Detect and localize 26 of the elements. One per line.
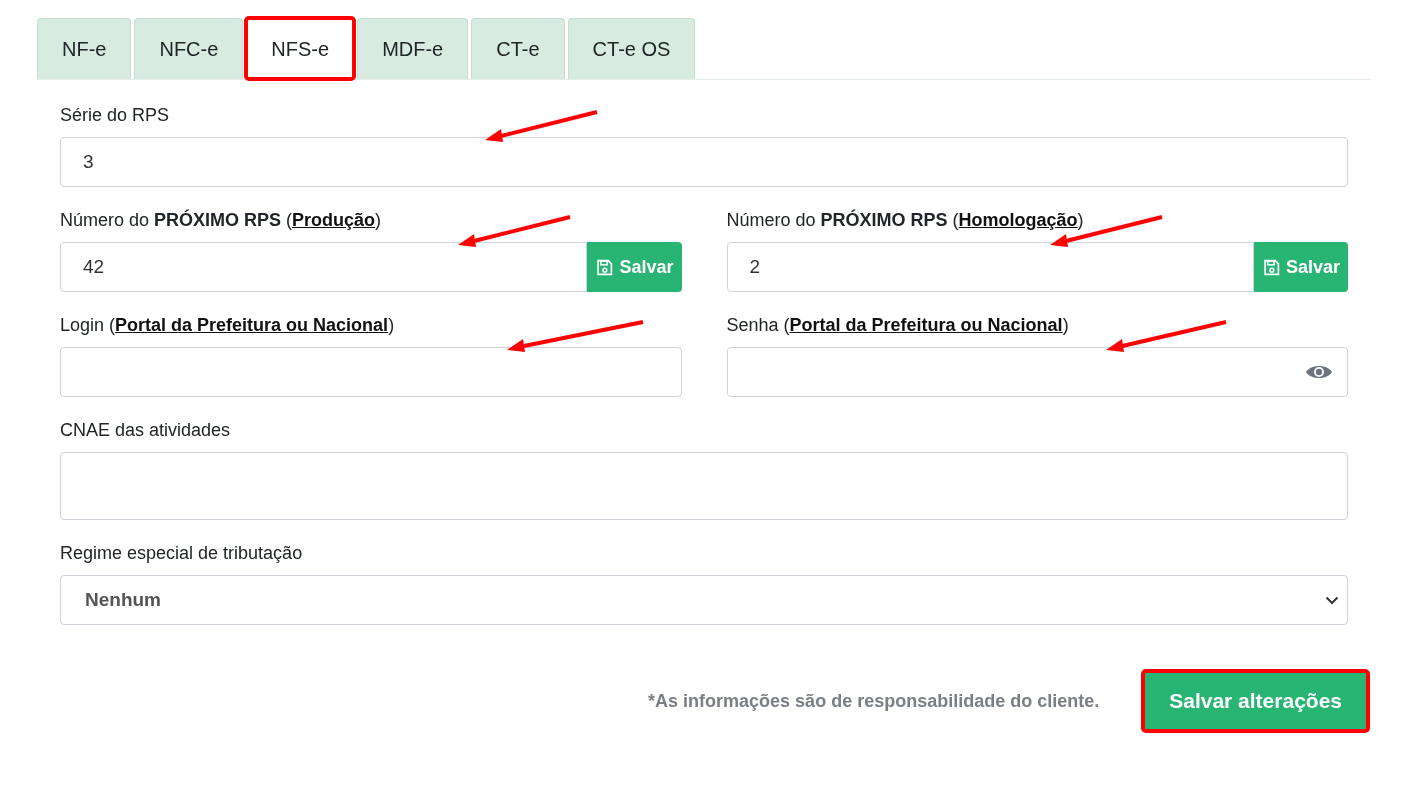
link[interactable]: Produção: [292, 210, 376, 230]
link[interactable]: Portal da Prefeitura ou Nacional: [789, 315, 1063, 335]
input-field[interactable]: [60, 347, 682, 397]
field-label: CNAE das atividades: [60, 419, 231, 441]
text-area[interactable]: [60, 452, 1348, 520]
tab[interactable]: NF-e: [37, 18, 132, 79]
link[interactable]: Homologação: [958, 210, 1078, 230]
tab[interactable]: MDF-e: [357, 18, 469, 79]
input-field[interactable]: 3: [60, 137, 1348, 187]
field-label: Série do RPS: [60, 104, 170, 126]
field-label: Senha (Portal da Prefeitura ou Nacional): [726, 314, 1069, 336]
eye-icon[interactable]: [1305, 363, 1333, 381]
tab[interactable]: CT-e: [471, 18, 565, 79]
disclaimer-text: *As informações são de responsabilidade do cliente.: [648, 690, 1100, 712]
link[interactable]: Portal da Prefeitura ou Nacional: [115, 315, 389, 335]
select-dropdown[interactable]: Nenhum: [60, 575, 1348, 625]
input-field[interactable]: 42: [60, 242, 588, 292]
input-field[interactable]: 2: [726, 242, 1254, 292]
tab[interactable]: NFC-e: [134, 18, 244, 79]
field-label: Número do PRÓXIMO RPS (Produção): [60, 209, 382, 231]
tab[interactable]: CT-e OS: [567, 18, 696, 79]
chevron-down-icon: [1325, 595, 1339, 605]
field-label: Regime especial de tributação: [60, 542, 303, 564]
tab[interactable]: NFS-e: [246, 18, 355, 79]
field-label: Número do PRÓXIMO RPS (Homologação): [726, 209, 1084, 231]
field-label: Login (Portal da Prefeitura ou Nacional): [60, 314, 395, 336]
